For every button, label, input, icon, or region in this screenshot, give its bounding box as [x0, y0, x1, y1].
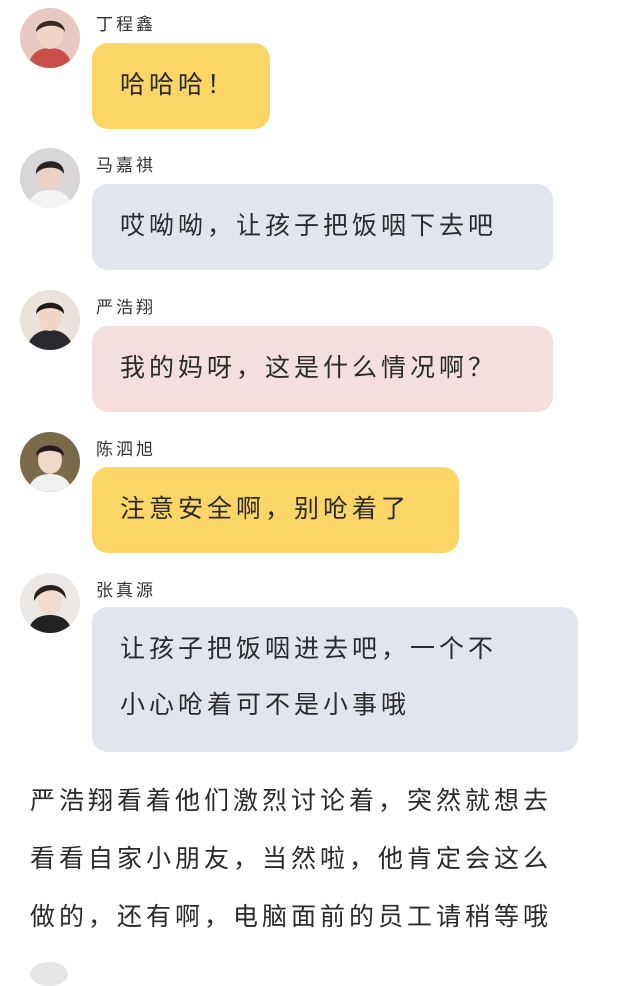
message-bubble[interactable]: 注意安全啊，别呛着了 [92, 467, 459, 553]
story-paragraph: 严浩翔看着他们激烈讨论着，突然就想去 看看自家小朋友，当然啦，他肯定会这么 做的… [30, 772, 615, 946]
avatar-image [20, 148, 80, 208]
message-bubble[interactable]: 哎呦呦，让孩子把饭咽下去吧 [92, 184, 553, 270]
message-line: 小心呛着可不是小事哦 [120, 690, 411, 719]
sender-name: 严浩翔 [96, 298, 156, 318]
message-bubble[interactable]: 哈哈哈！ [92, 43, 270, 129]
sender-name: 陈泗旭 [96, 440, 156, 460]
story-line: 做的，还有啊，电脑面前的员工请稍等哦 [30, 902, 553, 931]
sender-name: 丁程鑫 [96, 15, 156, 35]
avatar-ma-jiaqi[interactable] [20, 148, 80, 208]
avatar-chen-sixu[interactable] [20, 432, 80, 492]
sender-name: 张真源 [96, 581, 156, 601]
story-line: 看看自家小朋友，当然啦，他肯定会这么 [30, 844, 553, 873]
avatar-image [20, 290, 80, 350]
sender-name: 马嘉祺 [96, 156, 156, 176]
avatar-zhang-zhenyuan[interactable] [20, 573, 80, 633]
avatar-yan-haoxiang[interactable] [20, 290, 80, 350]
message-line: 让孩子把饭咽进去吧，一个不 [120, 634, 498, 663]
message-bubble[interactable]: 让孩子把饭咽进去吧，一个不 小心呛着可不是小事哦 [92, 607, 578, 752]
avatar-image [20, 432, 80, 492]
story-line: 严浩翔看着他们激烈讨论着，突然就想去 [30, 786, 553, 815]
next-avatar-peek [30, 962, 68, 986]
avatar-ding-chengxin[interactable] [20, 8, 80, 68]
message-bubble[interactable]: 我的妈呀，这是什么情况啊？ [92, 326, 553, 412]
avatar-image [20, 8, 80, 68]
avatar-image [20, 573, 80, 633]
